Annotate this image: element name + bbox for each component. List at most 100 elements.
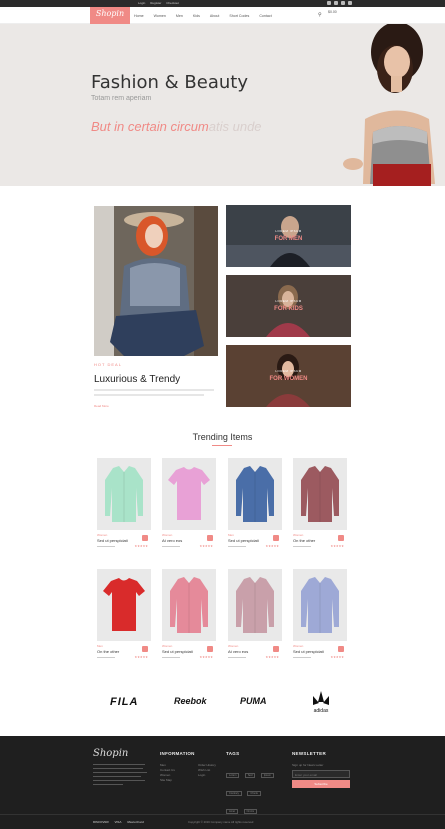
product-image[interactable] [293, 458, 347, 530]
category-women-small: LOREM IPSUM [275, 369, 302, 373]
hot-deal-label: HOT DEAL [94, 362, 122, 367]
product-card[interactable]: Men Sed ut perspiciati ★★★★★ [228, 458, 282, 548]
hero-tagline-fade: atis unde [208, 119, 262, 134]
checkout-link[interactable]: Checkout [166, 1, 179, 5]
brand-puma[interactable]: PUMA [240, 696, 267, 706]
tag-item[interactable]: Contrary [226, 791, 242, 796]
tag-item[interactable]: Lorem [226, 773, 240, 778]
top-links: Login Register Checkout [138, 0, 183, 7]
nav-item-women[interactable]: Women [154, 14, 166, 18]
product-card[interactable]: Women Sed ut perspiciati ★★★★★ [162, 569, 216, 659]
category-kids-label: FOR KIDS [274, 306, 303, 312]
footer-logo[interactable]: Shopin [93, 748, 128, 759]
newsletter-email-input[interactable]: Enter your email [292, 770, 350, 778]
product-shirt-graphic [236, 466, 274, 522]
payment-mastercard: MasterCard [127, 820, 144, 824]
category-women[interactable]: LOREM IPSUM FOR WOMEN [226, 345, 351, 407]
payment-discover: DISCOVER [93, 820, 109, 824]
tag-item[interactable]: Chunk [247, 791, 261, 796]
hero-banner: Fashion & Beauty Totam rem aperiam But i… [0, 24, 445, 186]
add-to-cart-button[interactable] [273, 535, 279, 541]
tag-item[interactable]: Sed [244, 773, 256, 778]
brand-reebok[interactable]: Reebok [174, 696, 207, 706]
feature-title: Luxurious & Trendy [94, 374, 181, 385]
product-rating: ★★★★★ [265, 655, 279, 659]
product-card[interactable]: Women On the other ★★★★★ [293, 458, 347, 548]
product-image[interactable] [97, 458, 151, 530]
adidas-logo-icon[interactable]: adidas [308, 690, 334, 714]
footer-link-login[interactable]: Login [198, 773, 216, 778]
product-shirt-graphic [301, 466, 339, 522]
footer: Shopin INFORMATION Men Contact Us Women … [0, 736, 445, 829]
hero-subtitle: Totam rem aperiam [91, 95, 152, 102]
category-kids[interactable]: LOREM IPSUM FOR KIDS [226, 275, 351, 337]
footer-info-list-2: Order History Wish List Login [198, 763, 216, 778]
twitter-icon[interactable] [327, 1, 331, 5]
category-men-label: FOR MEN [274, 236, 303, 242]
category-men-small: LOREM IPSUM [275, 229, 302, 233]
product-image[interactable] [293, 569, 347, 641]
nav-item-kids[interactable]: Kids [193, 14, 200, 18]
hero-model-image [343, 24, 435, 186]
add-to-cart-button[interactable] [207, 535, 213, 541]
copyright-text: Copyright © 2016 Company name All rights… [188, 820, 254, 824]
social-icons [327, 1, 352, 5]
product-card[interactable]: Women Sed ut perspiciati ★★★★★ [97, 458, 151, 548]
category-men[interactable]: LOREM IPSUM FOR MEN [226, 205, 351, 267]
read-more-link[interactable]: Read More [94, 404, 109, 408]
add-to-cart-button[interactable] [338, 535, 344, 541]
main-nav: Shopin Home Women Men Kids About Short C… [0, 7, 445, 24]
footer-newsletter-heading: NEWSLETTER [292, 751, 326, 756]
product-rating: ★★★★★ [199, 544, 213, 548]
product-image[interactable] [162, 458, 216, 530]
nav-item-contact[interactable]: Contact [259, 14, 271, 18]
register-link[interactable]: Register [150, 1, 161, 5]
product-card[interactable]: Women Sed ut perspiciati ★★★★★ [293, 569, 347, 659]
hero-tagline: But in certain circumatis unde [91, 119, 262, 134]
tag-item[interactable]: Ipsum [260, 773, 274, 778]
product-rating: ★★★★★ [330, 544, 344, 548]
category-women-label: FOR WOMEN [269, 376, 308, 382]
product-rating: ★★★★★ [265, 544, 279, 548]
top-bar: Login Register Checkout [0, 0, 445, 7]
search-icon[interactable]: ⚲ [318, 12, 322, 18]
nav-item-men[interactable]: Men [176, 14, 183, 18]
footer-link-sitemap[interactable]: Site Map [160, 778, 175, 783]
nav-item-home[interactable]: Home [134, 14, 144, 18]
login-link[interactable]: Login [138, 1, 145, 5]
trending-underline [212, 445, 232, 446]
product-shirt-graphic [236, 577, 274, 633]
brand-fila[interactable]: FILA [110, 696, 138, 708]
nav-item-short-codes[interactable]: Short Codes [229, 14, 249, 18]
add-to-cart-button[interactable] [338, 646, 344, 652]
hero-title: Fashion & Beauty [91, 72, 248, 93]
product-rating: ★★★★★ [134, 655, 148, 659]
product-shirt-graphic [105, 466, 143, 522]
product-shirt-graphic [103, 578, 145, 631]
google-plus-icon[interactable] [341, 1, 345, 5]
product-image[interactable] [97, 569, 151, 641]
footer-tags: Lorem Sed Ipsum Contrary Chunk Amet Omni… [226, 763, 276, 817]
dribbble-icon[interactable] [348, 1, 352, 5]
feature-image [94, 206, 218, 356]
footer-about-lines [93, 764, 148, 785]
product-rating: ★★★★★ [134, 544, 148, 548]
add-to-cart-button[interactable] [142, 646, 148, 652]
product-image[interactable] [228, 458, 282, 530]
cart-total[interactable]: $0.00 [328, 10, 337, 14]
brand-adidas: adidas [314, 708, 329, 714]
product-card[interactable]: Men On the other ★★★★★ [97, 569, 151, 659]
facebook-icon[interactable] [334, 1, 338, 5]
footer-bottom: DISCOVER VISA MasterCard Copyright © 201… [0, 814, 445, 829]
product-card[interactable]: Women At vero eos ★★★★★ [228, 569, 282, 659]
add-to-cart-button[interactable] [207, 646, 213, 652]
newsletter-subscribe-button[interactable]: Subscribe [292, 780, 350, 788]
payment-visa: VISA [114, 820, 122, 824]
add-to-cart-button[interactable] [273, 646, 279, 652]
nav-item-about[interactable]: About [210, 14, 219, 18]
product-image[interactable] [228, 569, 282, 641]
product-card[interactable]: Women At vero eos ★★★★★ [162, 458, 216, 548]
product-image[interactable] [162, 569, 216, 641]
add-to-cart-button[interactable] [142, 535, 148, 541]
site-logo[interactable]: Shopin [90, 7, 130, 24]
